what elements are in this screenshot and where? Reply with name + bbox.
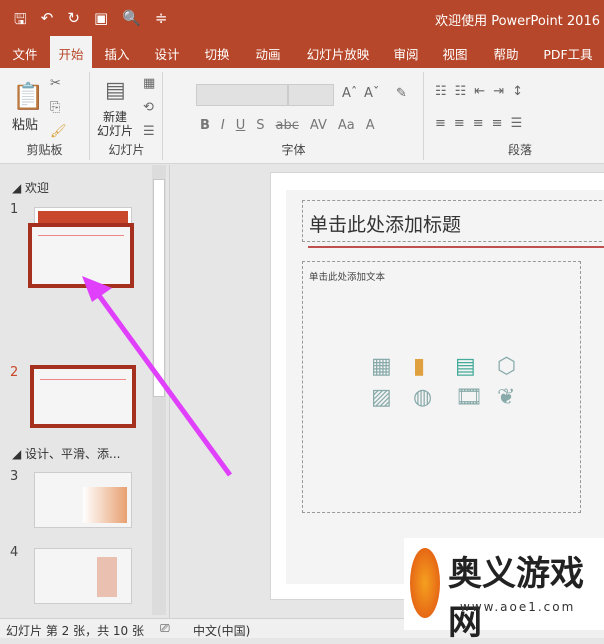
watermark-url: www.aoe1.com — [460, 600, 576, 614]
picture-icon[interactable]: ▨ — [371, 385, 407, 410]
title-placeholder[interactable]: 单击此处添加标题 — [302, 200, 604, 242]
smartart-icon[interactable]: ▤ — [455, 354, 491, 379]
title-underline — [308, 246, 604, 248]
content-placeholder[interactable]: 单击此处添加文本 ▦ ▮ ▤ ⬡ ▨ ◍ 🎞 ❦ — [302, 261, 581, 513]
video-icon[interactable]: 🎞 — [455, 385, 491, 410]
table-icon[interactable]: ▦ — [371, 354, 407, 379]
content-placeholder-text: 单击此处添加文本 — [309, 272, 386, 283]
watermark-logo: 奥义游戏网 www.aoe1.com — [404, 538, 604, 643]
watermark-name: 奥义游戏网 — [448, 554, 584, 643]
online-picture-icon[interactable]: ◍ — [413, 385, 449, 410]
slide-count-status: 幻灯片 第 2 张，共 10 张 — [6, 624, 144, 638]
insert-icons: ▦ ▮ ▤ ⬡ ▨ ◍ 🎞 ❦ — [371, 354, 533, 410]
chart-icon[interactable]: ▮ — [413, 354, 449, 379]
notes-icon[interactable]: ⎚ — [160, 621, 170, 636]
icon-insert-icon[interactable]: ❦ — [497, 385, 533, 410]
language-status[interactable]: 中文(中国) — [193, 622, 250, 639]
3d-model-icon[interactable]: ⬡ — [497, 354, 533, 379]
